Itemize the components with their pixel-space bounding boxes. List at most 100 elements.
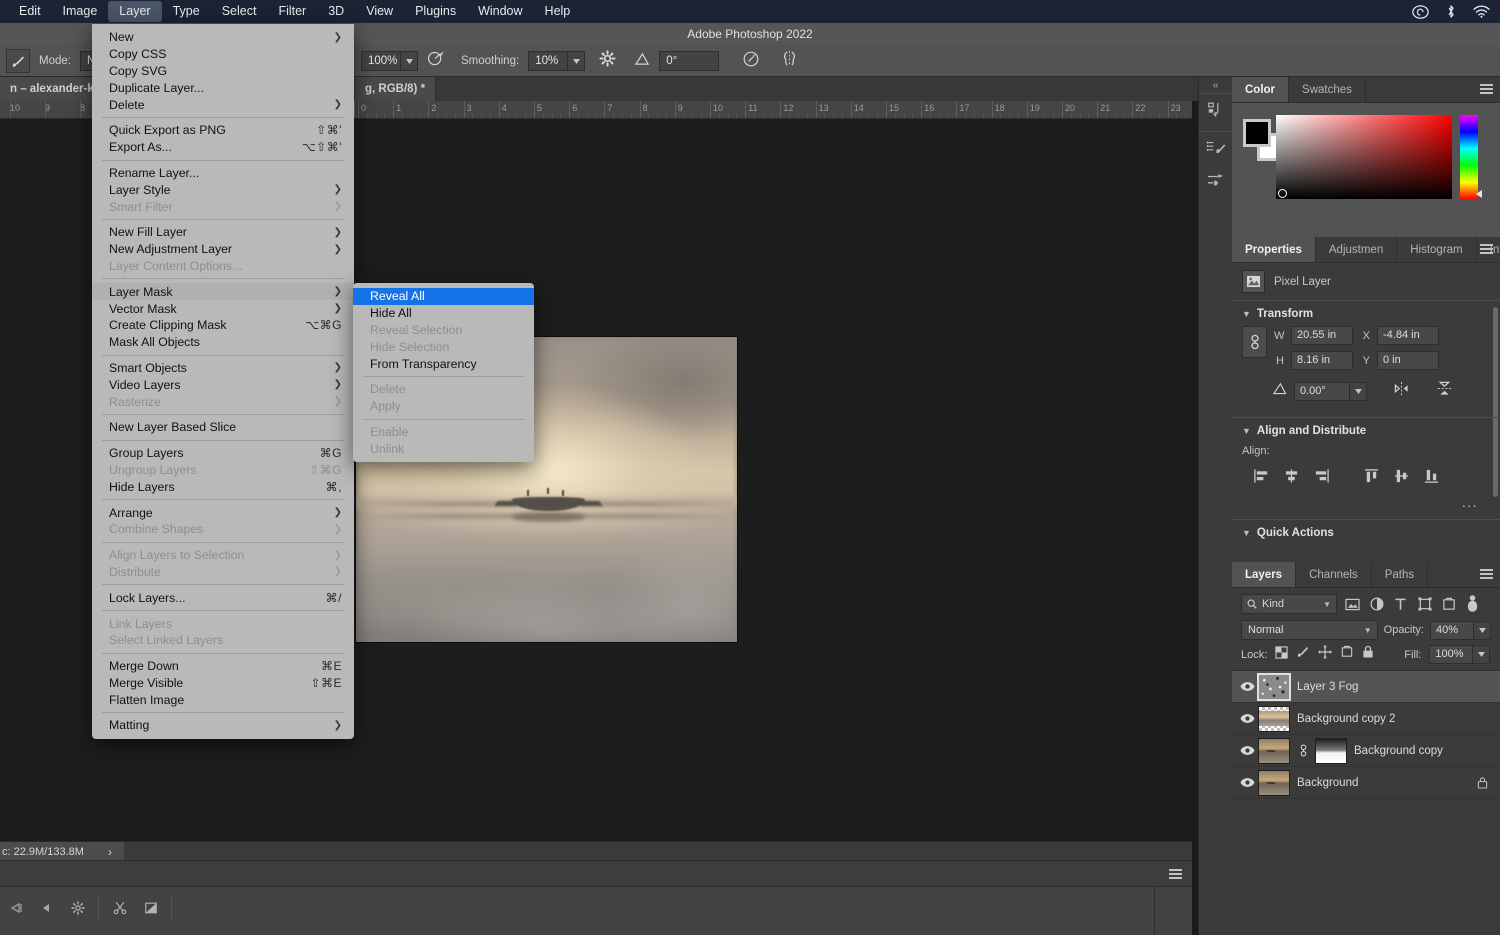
layer-row[interactable]: Background <box>1232 767 1500 799</box>
document-size-status[interactable]: c: 22.9M/133.8M › <box>0 842 124 861</box>
filter-toggle-icon[interactable] <box>1464 595 1481 613</box>
tab-properties[interactable]: Properties <box>1232 237 1316 262</box>
smoothing-chevron-down-icon[interactable] <box>568 51 586 71</box>
filter-type-icon[interactable] <box>1392 597 1409 611</box>
tab-adjustments[interactable]: Adjustmen <box>1315 237 1398 262</box>
layer-menu-item[interactable]: Merge Down ⌘E <box>92 658 354 675</box>
layer-visibility-eye-icon[interactable] <box>1236 777 1258 788</box>
layer-fill-chevron-down-icon[interactable] <box>1473 645 1491 664</box>
status-expander-icon[interactable]: › <box>108 845 112 859</box>
lock-all-icon[interactable] <box>1362 645 1374 664</box>
filter-kind-select[interactable]: Kind ▼ <box>1241 594 1337 614</box>
layer-mask-submenu[interactable]: Reveal All Hide All Reveal Selection Hide S… <box>353 283 534 463</box>
pressure-opacity-icon[interactable] <box>427 50 446 72</box>
mask-link-icon[interactable] <box>1297 744 1310 757</box>
layer-menu-item[interactable]: New Fill Layer ❯ <box>92 224 354 241</box>
color-picker-handle[interactable] <box>1278 189 1287 198</box>
blend-mode-chevron-down-icon[interactable]: ▼ <box>1364 626 1372 635</box>
width-field[interactable]: 20.55 in <box>1291 326 1353 345</box>
menu-view[interactable]: View <box>355 1 404 22</box>
layer-menu-item[interactable]: Arrange ❯ <box>92 504 354 521</box>
play-icon[interactable] <box>31 894 62 922</box>
layer-mask-submenu-item[interactable]: Hide All <box>353 305 534 322</box>
layer-menu-item[interactable]: New Adjustment Layer ❯ <box>92 241 354 258</box>
align-section-title[interactable]: ▼ Align and Distribute <box>1232 425 1500 443</box>
transform-section-title[interactable]: ▼ Transform <box>1232 308 1500 326</box>
filter-shape-icon[interactable] <box>1416 597 1433 611</box>
tab-swatches[interactable]: Swatches <box>1289 77 1366 102</box>
smoothing-value[interactable]: 10% <box>528 51 569 71</box>
quick-actions-title[interactable]: ▼ Quick Actions <box>1232 527 1500 545</box>
blend-mode-select[interactable]: Normal ▼ <box>1241 620 1378 640</box>
creative-cloud-icon[interactable] <box>1412 4 1429 19</box>
rotation-chevron-down-icon[interactable] <box>1350 381 1367 401</box>
layer-menu-item[interactable]: Quick Export as PNG ⇧⌘' <box>92 122 354 139</box>
chevron-down-icon-quick[interactable]: ▼ <box>1242 528 1251 538</box>
layer-menu-item[interactable]: Copy CSS <box>92 46 354 63</box>
tab-layers[interactable]: Layers <box>1232 562 1297 587</box>
play-backward-icon[interactable] <box>0 894 31 922</box>
menu-3d[interactable]: 3D <box>317 1 355 22</box>
align-top-icon[interactable] <box>1358 465 1384 487</box>
layer-row[interactable]: Layer 3 Fog <box>1232 671 1500 703</box>
layer-name[interactable]: Background copy <box>1354 745 1443 757</box>
layer-mask-submenu-item[interactable]: From Transparency <box>353 355 534 372</box>
wifi-icon[interactable] <box>1473 5 1490 18</box>
brush-tool-icon[interactable] <box>6 49 30 73</box>
layer-menu-item[interactable]: Layer Mask ❯ <box>92 283 354 301</box>
layer-opacity-field[interactable]: 40% <box>1430 620 1474 640</box>
layer-menu-item[interactable]: Flatten Image <box>92 691 354 708</box>
layer-visibility-eye-icon[interactable] <box>1236 745 1258 756</box>
layer-menu-item[interactable]: New Layer Based Slice <box>92 419 354 436</box>
layer-thumbnail[interactable] <box>1257 672 1291 701</box>
chevron-down-icon[interactable]: ▼ <box>1242 309 1251 319</box>
layer-visibility-eye-icon[interactable] <box>1236 713 1258 724</box>
angle-value[interactable]: 0° <box>659 51 720 71</box>
menu-plugins[interactable]: Plugins <box>404 1 467 22</box>
flip-vertical-icon[interactable] <box>1436 380 1453 402</box>
layer-name[interactable]: Layer 3 Fog <box>1297 681 1358 693</box>
lock-image-icon[interactable] <box>1296 645 1310 664</box>
layer-menu-item[interactable]: Layer Style ❯ <box>92 181 354 198</box>
menu-help[interactable]: Help <box>534 1 582 22</box>
filter-pixel-icon[interactable] <box>1344 598 1361 611</box>
hue-slider[interactable] <box>1460 115 1482 199</box>
symmetry-icon[interactable] <box>780 50 799 72</box>
layer-row[interactable]: Background copy <box>1232 735 1500 767</box>
layer-menu-item[interactable]: Merge Visible ⇧⌘E <box>92 675 354 692</box>
brushes-icon[interactable] <box>1206 172 1226 195</box>
tab-histogram[interactable]: Histogram <box>1397 237 1477 262</box>
link-icon[interactable] <box>1242 326 1267 358</box>
align-bottom-icon[interactable] <box>1418 465 1444 487</box>
layer-row[interactable]: Background copy 2 <box>1232 703 1500 735</box>
layer-menu-item[interactable]: Matting ❯ <box>92 717 354 734</box>
foreground-color-swatch[interactable] <box>1243 119 1271 147</box>
scissors-icon[interactable] <box>104 894 135 922</box>
layer-menu-item[interactable]: Smart Objects ❯ <box>92 360 354 377</box>
align-center-h-icon[interactable] <box>1278 465 1304 487</box>
layer-menu-item[interactable]: Group Layers ⌘G <box>92 445 354 462</box>
menu-filter[interactable]: Filter <box>267 1 317 22</box>
timeline-panel-menu-icon[interactable] <box>1169 869 1182 881</box>
layer-menu-item[interactable]: Video Layers ❯ <box>92 376 354 393</box>
properties-panel-menu-icon[interactable] <box>1480 244 1493 256</box>
hue-slider-handle[interactable] <box>1476 190 1482 198</box>
layer-thumbnail[interactable] <box>1258 769 1290 796</box>
brush-settings-icon[interactable] <box>1206 138 1226 163</box>
y-field[interactable]: 0 in <box>1377 351 1439 370</box>
x-field[interactable]: -4.84 in <box>1377 326 1439 345</box>
height-field[interactable]: 8.16 in <box>1291 351 1353 370</box>
layer-mask-thumbnail[interactable] <box>1315 737 1347 764</box>
menu-type[interactable]: Type <box>162 1 211 22</box>
layer-menu-item[interactable]: Vector Mask ❯ <box>92 300 354 317</box>
gear-icon[interactable] <box>599 50 616 72</box>
settings-gear-icon[interactable] <box>62 894 93 922</box>
layer-menu-item[interactable]: Create Clipping Mask ⌥⌘G <box>92 317 354 334</box>
lock-position-icon[interactable] <box>1318 645 1333 664</box>
chevron-down-icon-align[interactable]: ▼ <box>1242 426 1251 436</box>
layer-fill-field[interactable]: 100% <box>1429 645 1474 664</box>
layer-menu-item[interactable]: Delete ❯ <box>92 96 354 113</box>
transition-icon[interactable] <box>135 894 166 922</box>
flip-horizontal-icon[interactable] <box>1392 381 1411 401</box>
menu-image[interactable]: Image <box>52 1 109 22</box>
